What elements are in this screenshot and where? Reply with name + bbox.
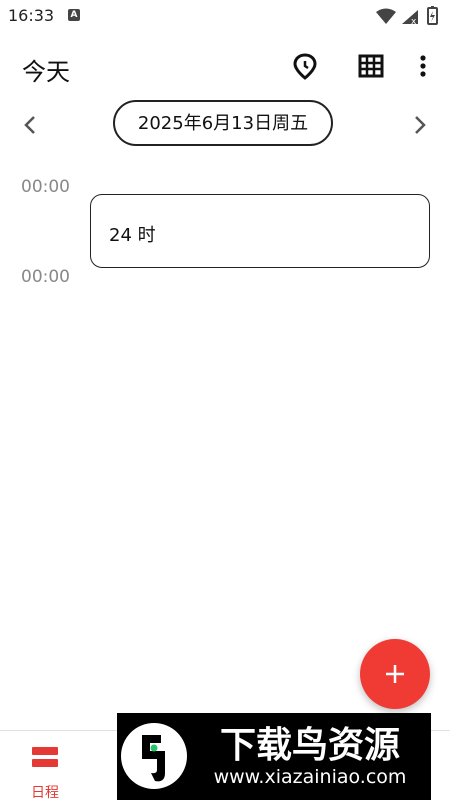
status-time: 16:33 [8, 6, 55, 25]
location-pin-icon[interactable] [291, 52, 319, 80]
nav-label-schedule: 日程 [31, 785, 59, 801]
grid-calendar-icon[interactable] [357, 52, 385, 80]
add-event-button[interactable] [360, 639, 430, 709]
watermark-title: 下载鸟资源 [220, 725, 400, 766]
more-vert-icon[interactable] [409, 52, 437, 80]
app-notification-icon: A [68, 9, 80, 21]
event-title: 24 时 [109, 225, 156, 246]
page-title: 今天 [22, 58, 70, 86]
status-icons: x [372, 6, 442, 27]
bird-logo-icon [121, 723, 187, 789]
watermark-url: www.xiazainiao.com [214, 766, 407, 788]
date-selector[interactable]: 2025年6月13日周五 [113, 100, 333, 146]
chevron-left-icon[interactable] [15, 110, 45, 140]
event-card[interactable]: 24 时 [90, 194, 430, 268]
date-navigation: 2025年6月13日周五 [0, 100, 450, 150]
toolbar: 今天 [0, 40, 450, 96]
watermark-banner: 下载鸟资源 www.xiazainiao.com [117, 713, 431, 800]
end-time-label: 00:00 [21, 267, 70, 287]
start-time-label: 00:00 [21, 177, 70, 197]
status-bar: 16:33 A x [0, 0, 450, 34]
plus-icon [386, 665, 404, 683]
no-signal-mark: x [411, 17, 417, 26]
chevron-right-icon[interactable] [405, 110, 435, 140]
nav-item-schedule[interactable]: 日程 [14, 741, 76, 801]
schedule-icon [32, 747, 58, 767]
wifi-icon [376, 8, 396, 24]
